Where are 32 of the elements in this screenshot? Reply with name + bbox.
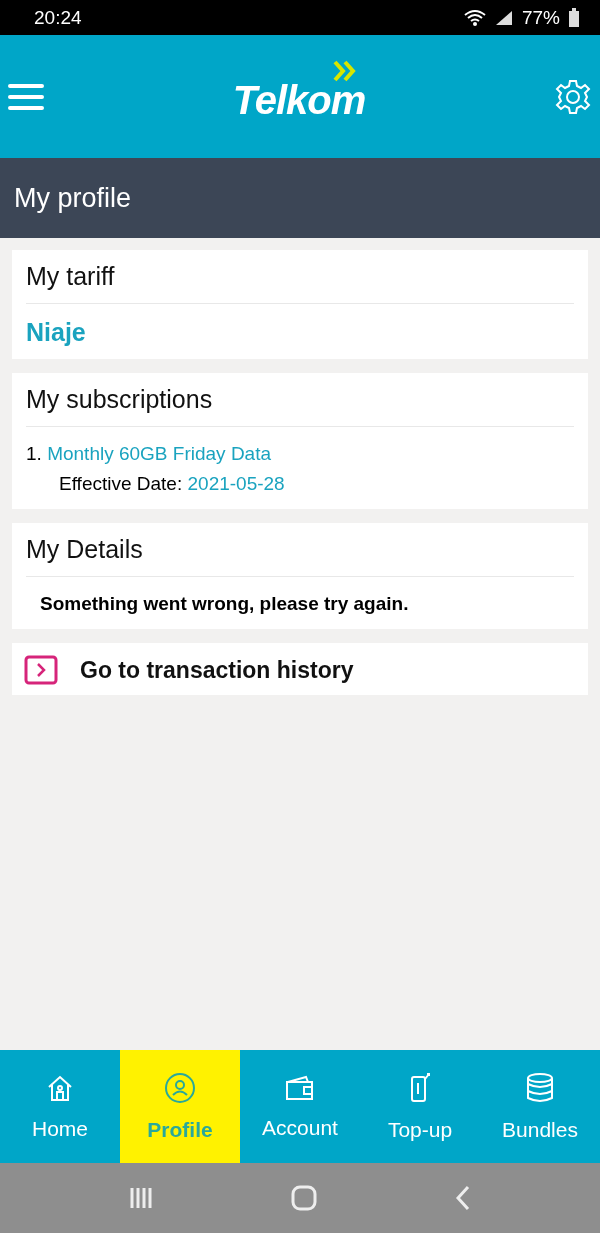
nav-tab[interactable]: Bundles	[480, 1050, 600, 1163]
card-title: My tariff	[26, 250, 574, 304]
logo: Telkom	[232, 78, 366, 123]
phone-icon	[408, 1071, 432, 1104]
effective-date: 2021-05-28	[187, 473, 285, 494]
list-number: 1.	[26, 443, 42, 464]
profile-icon	[164, 1071, 196, 1104]
card-title: My Details	[26, 523, 574, 577]
link-text: Go to transaction history	[80, 656, 354, 684]
settings-button[interactable]	[554, 77, 592, 116]
transaction-history-link[interactable]: Go to transaction history	[12, 643, 588, 695]
wallet-icon	[284, 1073, 316, 1102]
nav-tab[interactable]: Top-up	[360, 1050, 480, 1163]
home-button-icon[interactable]	[290, 1184, 318, 1212]
card-title: My subscriptions	[26, 373, 574, 427]
recents-icon[interactable]	[128, 1186, 154, 1210]
date-label: Effective Date:	[59, 473, 183, 494]
coins-icon	[524, 1071, 556, 1104]
error-message: Something went wrong, please try again.	[39, 592, 410, 616]
chevron-right-icon	[24, 655, 58, 685]
tariff-name: Niaje	[26, 317, 87, 348]
subscription-name: Monthly 60GB Friday Data	[47, 443, 271, 464]
status-time: 20:24	[34, 6, 82, 29]
battery-icon	[568, 7, 580, 28]
back-icon[interactable]	[454, 1184, 472, 1212]
nav-tab[interactable]: Account	[240, 1050, 360, 1163]
nav-tab[interactable]: Profile	[120, 1050, 240, 1163]
menu-button[interactable]	[8, 81, 44, 112]
battery-level: 77%	[521, 6, 560, 29]
page-title: My profile	[14, 182, 132, 214]
nav-tab[interactable]: Home	[0, 1050, 120, 1163]
wifi-icon	[463, 8, 486, 27]
